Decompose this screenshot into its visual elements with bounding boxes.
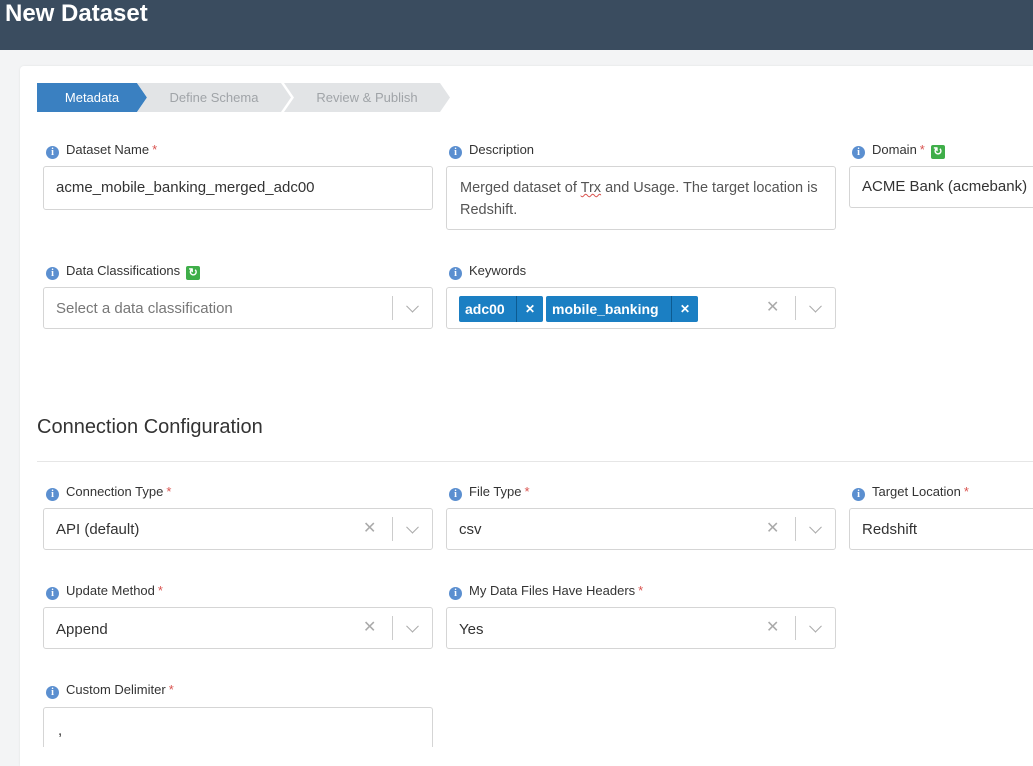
remove-tag-icon[interactable]: ✕ [671,296,698,322]
divider [795,296,796,320]
clear-icon[interactable]: ✕ [766,521,779,537]
info-icon[interactable]: i [449,146,462,159]
chevron-down-icon[interactable] [406,520,419,534]
remove-tag-icon[interactable]: ✕ [516,296,543,322]
keyword-tag: adc00 ✕ [459,296,543,322]
chevron-down-icon[interactable] [809,619,822,633]
chevron-down-icon[interactable] [809,299,822,313]
clear-icon[interactable]: ✕ [363,521,376,537]
target-location-select[interactable]: Redshift [849,508,1033,550]
domain-select[interactable]: ACME Bank (acmebank) [849,166,1033,208]
clear-icon[interactable]: ✕ [766,300,779,316]
required-marker: * [919,142,925,157]
label-text: Custom Delimiter [66,682,166,697]
divider [795,517,796,541]
connection-type-select[interactable]: API (default) ✕ [43,508,433,550]
headers-select[interactable]: Yes ✕ [446,607,836,649]
header-bar: New Dataset [0,0,1033,50]
step-review-publish[interactable]: Review & Publish [284,83,450,112]
file-type-select[interactable]: csv ✕ [446,508,836,550]
required-marker: * [168,682,174,697]
dataset-name-value: acme_mobile_banking_merged_adc00 [56,179,315,196]
custom-delimiter-input[interactable]: , [43,707,433,747]
label-text: File Type [469,484,522,499]
info-icon[interactable]: i [449,488,462,501]
label-text: My Data Files Have Headers [469,583,636,598]
info-icon[interactable]: i [46,488,59,501]
info-icon[interactable]: i [46,267,59,280]
step-label: Define Schema [169,90,259,105]
clear-icon[interactable]: ✕ [766,620,779,636]
data-classifications-label: i Data Classifications ↻ [46,263,201,280]
clear-icon[interactable]: ✕ [363,620,376,636]
label-text: Target Location [872,484,961,499]
step-metadata[interactable]: Metadata [37,83,147,112]
required-marker: * [963,484,969,499]
chevron-down-icon[interactable] [406,619,419,633]
dataset-name-label: i Dataset Name * [46,142,158,159]
domain-label: i Domain * ↻ [852,142,945,159]
label-text: Dataset Name [66,142,150,157]
update-method-value: Append [56,621,108,638]
divider [795,616,796,640]
chevron-down-icon[interactable] [809,520,822,534]
description-label: i Description [449,142,535,159]
required-marker: * [638,583,644,598]
info-icon[interactable]: i [46,587,59,600]
select-placeholder: Select a data classification [56,300,233,317]
file-type-value: csv [459,521,482,538]
tag-label: mobile_banking [552,301,659,317]
info-icon[interactable]: i [46,146,59,159]
domain-value: ACME Bank (acmebank) [862,178,1028,195]
connection-type-label: i Connection Type * [46,484,172,501]
required-marker: * [524,484,530,499]
headers-value: Yes [459,621,484,638]
keywords-multiselect[interactable]: adc00 ✕ mobile_banking ✕ ✕ [446,287,836,329]
info-icon[interactable]: i [449,587,462,600]
custom-delimiter-label: i Custom Delimiter * [46,682,174,699]
step-label: Review & Publish [316,90,418,105]
label-text: Description [469,142,535,157]
data-classification-select[interactable]: Select a data classification [43,287,433,329]
headers-label: i My Data Files Have Headers * [449,583,644,600]
refresh-icon[interactable]: ↻ [186,266,201,280]
divider [392,616,393,640]
info-icon[interactable]: i [449,267,462,280]
label-text: Domain [872,142,917,157]
update-method-label: i Update Method * [46,583,163,600]
divider [392,296,393,320]
info-icon[interactable]: i [852,488,865,501]
label-text: Keywords [469,263,527,278]
label-text: Connection Type [66,484,164,499]
update-method-select[interactable]: Append ✕ [43,607,433,649]
required-marker: * [166,484,172,499]
step-define-schema[interactable]: Define Schema [137,83,291,112]
label-text: Update Method [66,583,155,598]
divider [392,517,393,541]
section-title: Connection Configuration [37,416,263,438]
custom-delimiter-value: , [58,722,63,739]
description-text: Merged dataset of [460,180,581,196]
file-type-label: i File Type * [449,484,530,501]
description-text-misspelled: Trx [580,180,602,196]
required-marker: * [152,142,158,157]
step-label: Metadata [64,90,120,105]
keyword-tag: mobile_banking ✕ [546,296,698,322]
page-title: New Dataset [5,0,148,27]
dataset-name-input[interactable]: acme_mobile_banking_merged_adc00 [43,166,433,210]
section-divider [37,461,1033,462]
chevron-down-icon[interactable] [406,299,419,313]
required-marker: * [157,583,163,598]
connection-type-value: API (default) [56,521,140,538]
info-icon[interactable]: i [852,146,865,159]
target-location-value: Redshift [862,521,918,538]
target-location-label: i Target Location * [852,484,969,501]
info-icon[interactable]: i [46,686,59,699]
refresh-icon[interactable]: ↻ [930,145,945,159]
label-text: Data Classifications [66,263,181,278]
keywords-label: i Keywords [449,263,527,280]
tag-label: adc00 [465,301,505,317]
description-textarea[interactable]: Merged dataset of Trx and Usage. The tar… [446,166,836,230]
